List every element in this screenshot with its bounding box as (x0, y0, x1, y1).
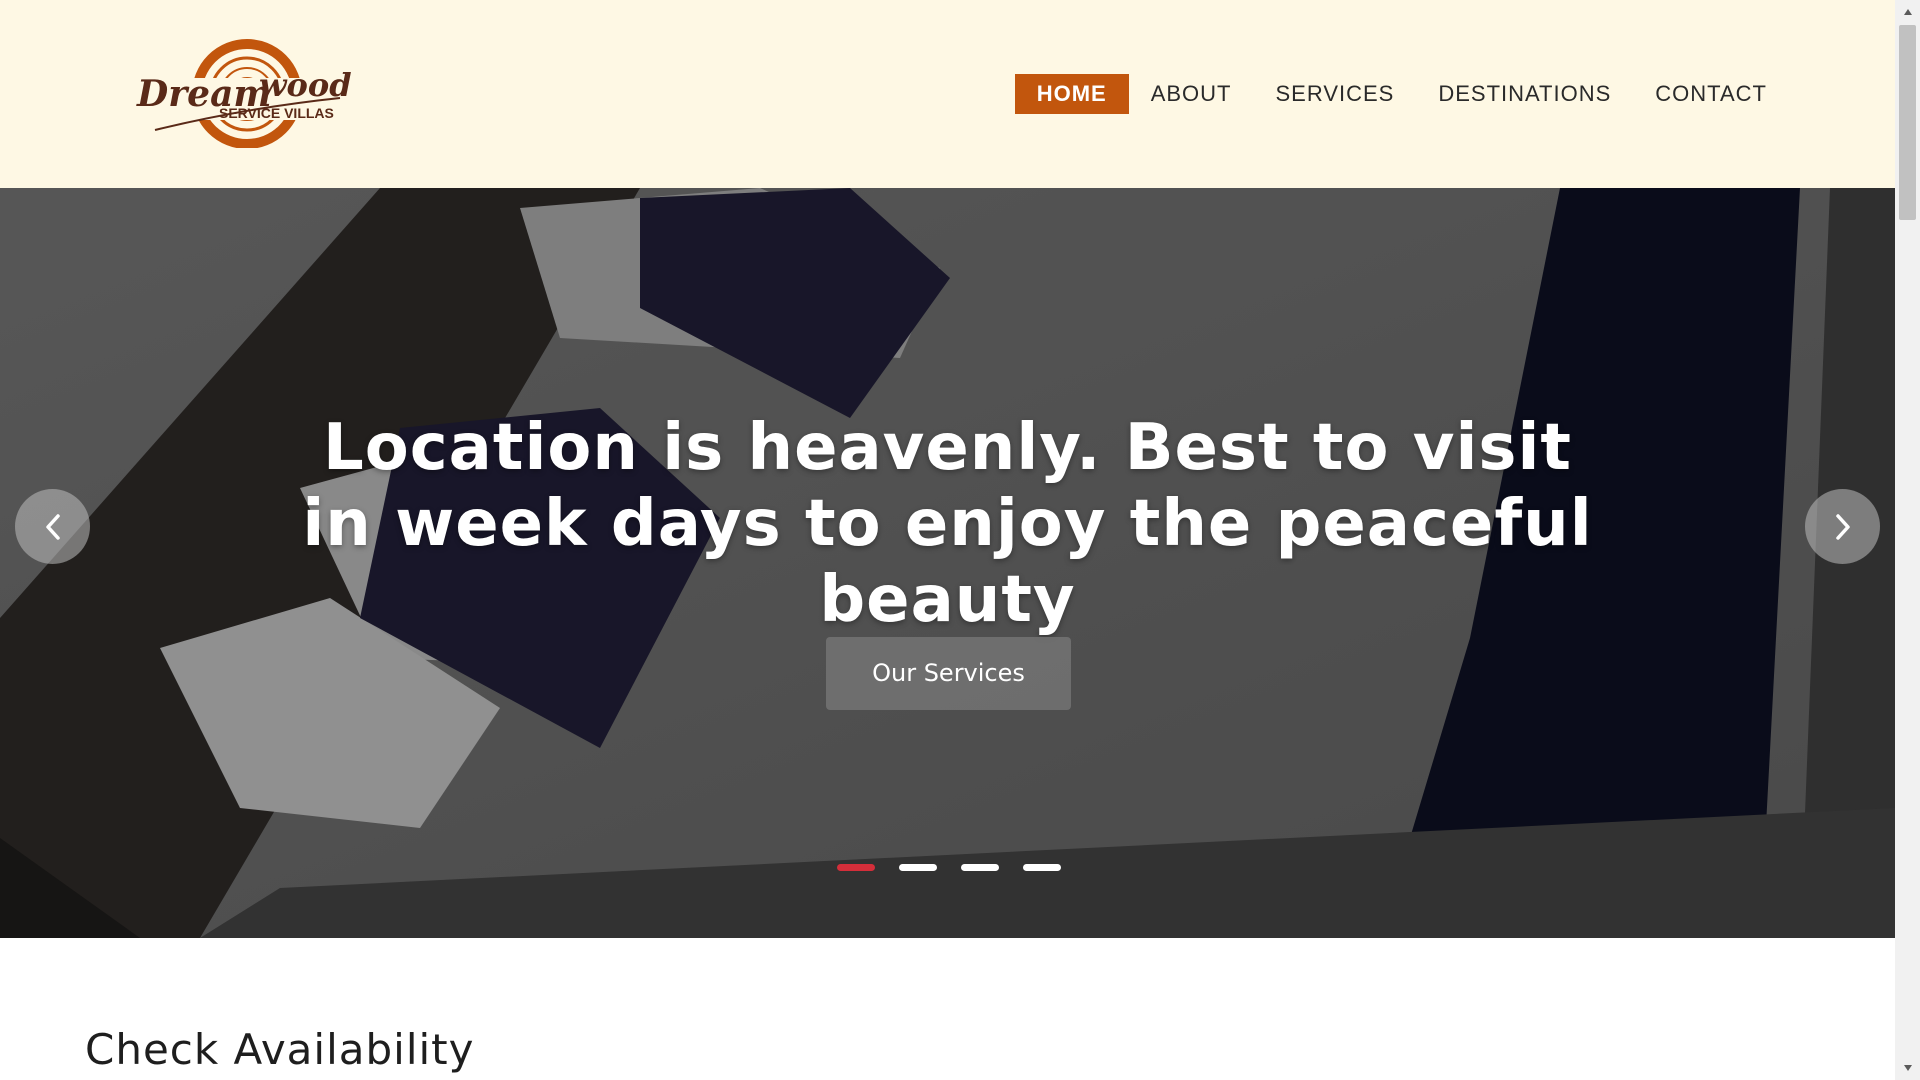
hero-carousel: Location is heavenly. Best to visit in w… (0, 188, 1895, 938)
carousel-indicators (837, 864, 1061, 871)
site-header: Dream wood SERVICE VILLAS HOME ABOUT SER… (0, 0, 1895, 188)
scroll-up-button[interactable] (1895, 0, 1920, 24)
scroll-down-button[interactable] (1895, 1056, 1920, 1080)
our-services-button[interactable]: Our Services (826, 637, 1071, 710)
scrollbar-thumb[interactable] (1899, 25, 1916, 220)
logo-wood-text: wood (259, 66, 352, 104)
hero-title: Location is heavenly. Best to visit in w… (302, 411, 1593, 637)
chevron-left-icon (45, 513, 60, 540)
nav-item-services[interactable]: SERVICES (1253, 74, 1416, 114)
main-nav: HOME ABOUT SERVICES DESTINATIONS CONTACT (1014, 74, 1789, 114)
carousel-prev-button[interactable] (15, 489, 90, 564)
page-scrollbar[interactable] (1895, 0, 1920, 1080)
nav-item-contact[interactable]: CONTACT (1633, 74, 1789, 114)
logo-sub-text: SERVICE VILLAS (219, 105, 334, 121)
nav-item-about[interactable]: ABOUT (1129, 74, 1254, 114)
check-availability-heading: Check Availability (85, 1025, 475, 1074)
triangle-up-icon (1903, 9, 1912, 15)
carousel-indicator[interactable] (837, 864, 875, 871)
carousel-indicator[interactable] (1023, 864, 1061, 871)
carousel-next-button[interactable] (1805, 489, 1880, 564)
chevron-right-icon (1835, 513, 1850, 540)
carousel-indicator[interactable] (899, 864, 937, 871)
triangle-down-icon (1903, 1065, 1912, 1071)
nav-item-destinations[interactable]: DESTINATIONS (1416, 74, 1633, 114)
nav-item-home[interactable]: HOME (1014, 74, 1129, 114)
logo-icon: Dream wood SERVICE VILLAS (135, 39, 355, 149)
page: Dream wood SERVICE VILLAS HOME ABOUT SER… (0, 0, 1920, 1080)
site-logo[interactable]: Dream wood SERVICE VILLAS (135, 38, 355, 149)
carousel-indicator[interactable] (961, 864, 999, 871)
